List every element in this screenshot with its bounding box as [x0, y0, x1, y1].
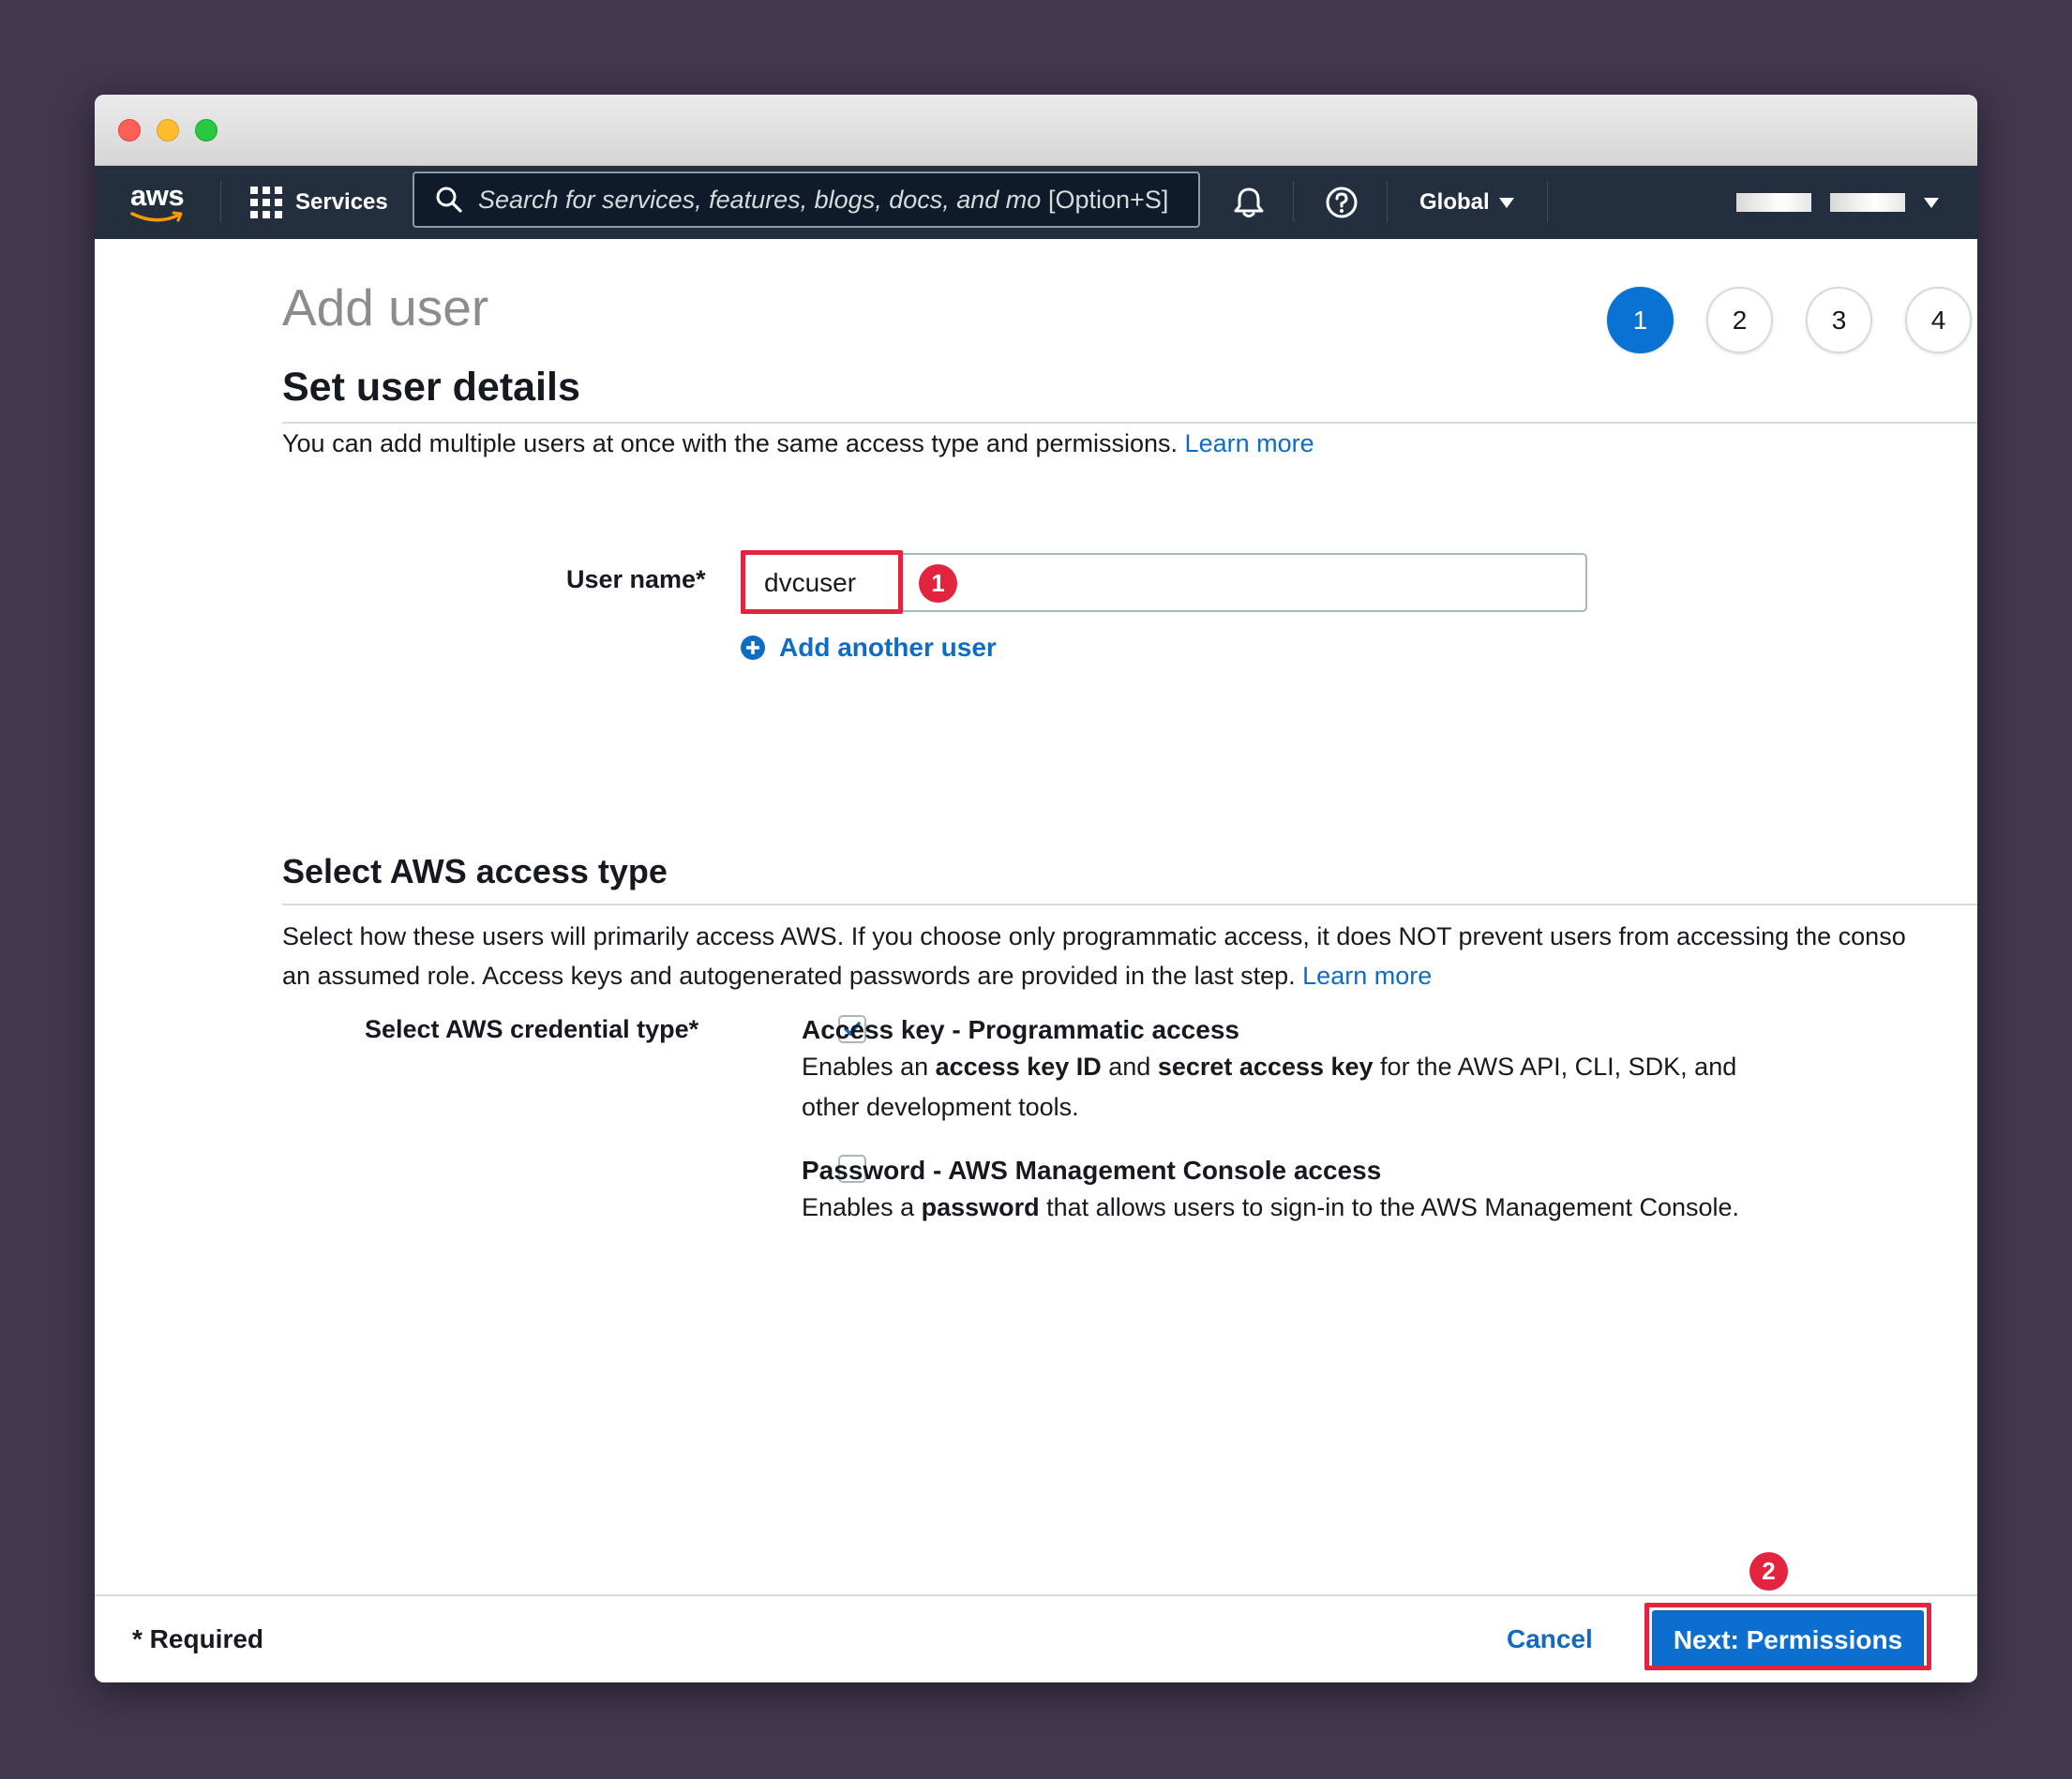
redacted-account-id — [1830, 193, 1905, 212]
set-user-details-heading: Set user details — [282, 365, 580, 410]
nav-divider — [1547, 181, 1548, 222]
wizard-footer: * Required Cancel Next: Permissions — [95, 1594, 1977, 1682]
step-4[interactable]: 4 — [1905, 287, 1972, 353]
search-input[interactable] — [478, 185, 1041, 215]
step-2[interactable]: 2 — [1706, 287, 1773, 353]
learn-more-link[interactable]: Learn more — [1302, 962, 1432, 990]
maximize-window-button[interactable] — [195, 119, 218, 142]
access-key-option-title: Access key - Programmatic access — [802, 1015, 1239, 1044]
credential-type-label: Select AWS credential type* — [365, 1015, 699, 1043]
aws-logo-text: aws — [130, 179, 185, 212]
services-label: Services — [295, 189, 388, 215]
help-circle-icon — [1326, 187, 1358, 218]
access-type-description-text: an assumed role. Access keys and autogen… — [282, 962, 1296, 990]
main-content: Add user 1 2 3 4 Set user details You ca… — [95, 239, 1977, 1682]
access-key-option-description: Enables an access key ID and secret acce… — [802, 1053, 1737, 1121]
aws-smile-icon — [130, 211, 183, 222]
help-button[interactable] — [1314, 166, 1370, 239]
search-shortcut-hint: [Option+S] — [1048, 185, 1169, 214]
nav-divider — [1387, 181, 1388, 222]
add-another-user-button[interactable]: Add another user — [740, 633, 997, 663]
bell-icon — [1234, 187, 1264, 217]
add-another-user-label: Add another user — [779, 633, 997, 662]
step-3[interactable]: 3 — [1806, 287, 1872, 353]
access-type-description-line2: an assumed role. Access keys and autogen… — [282, 956, 1432, 995]
minimize-window-button[interactable] — [157, 119, 179, 142]
grid-icon — [250, 187, 282, 218]
search-bar[interactable]: [Option+S] — [413, 172, 1200, 228]
annotation-badge-1: 1 — [919, 564, 957, 603]
nav-divider — [220, 181, 221, 222]
annotation-badge-2: 2 — [1749, 1552, 1788, 1591]
services-menu-button[interactable]: Services — [250, 166, 388, 239]
access-type-heading: Select AWS access type — [282, 852, 668, 890]
caret-down-icon — [1498, 197, 1514, 208]
redacted-account-name — [1736, 193, 1811, 212]
password-option-description: Enables a password that allows users to … — [802, 1193, 1740, 1221]
notifications-button[interactable] — [1221, 166, 1277, 239]
password-option-title: Password - AWS Management Console access — [802, 1156, 1382, 1185]
next-permissions-button[interactable]: Next: Permissions — [1652, 1610, 1924, 1669]
wizard-steps: 1 2 3 4 — [1607, 287, 1972, 353]
required-note: * Required — [132, 1624, 264, 1653]
aws-navbar: aws Services [Option+S] — [95, 166, 1977, 239]
nav-divider — [1293, 181, 1294, 222]
page-title: Add user — [282, 278, 489, 336]
learn-more-link[interactable]: Learn more — [1185, 429, 1314, 457]
aws-logo[interactable]: aws — [127, 175, 192, 230]
section-divider — [282, 904, 1977, 905]
region-selector[interactable]: Global — [1419, 166, 1514, 239]
user-details-description: You can add multiple users at once with … — [282, 424, 1314, 463]
username-label: User name* — [566, 565, 706, 593]
window-titlebar — [95, 95, 1977, 166]
account-menu[interactable] — [1736, 166, 1939, 239]
access-type-description-line1: Select how these users will primarily ac… — [282, 922, 1906, 950]
region-label: Global — [1419, 189, 1490, 215]
plus-circle-icon — [741, 635, 765, 660]
caret-down-icon — [1924, 197, 1939, 208]
browser-window: aws Services [Option+S] — [95, 95, 1977, 1682]
step-1[interactable]: 1 — [1607, 287, 1674, 353]
search-icon — [436, 187, 462, 213]
username-input[interactable] — [742, 553, 1587, 612]
user-details-description-text: You can add multiple users at once with … — [282, 429, 1179, 457]
close-window-button[interactable] — [118, 119, 141, 142]
cancel-button[interactable]: Cancel — [1507, 1624, 1593, 1654]
